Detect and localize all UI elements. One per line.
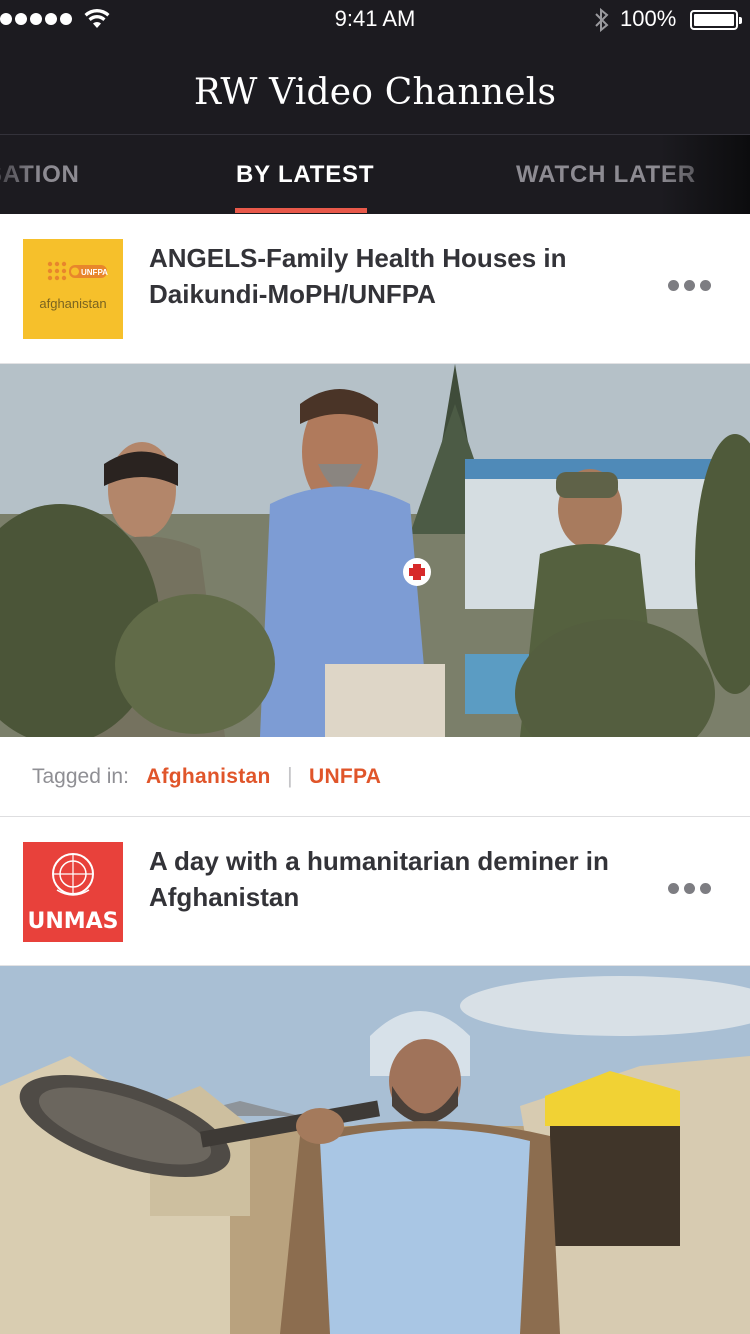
unfpa-logo-badge: UNFPA bbox=[81, 268, 108, 277]
tag-link-afghanistan[interactable]: Afghanistan bbox=[146, 765, 271, 789]
tag-link-unfpa[interactable]: UNFPA bbox=[309, 765, 381, 789]
tags-row: Tagged in: Afghanistan | UNFPA bbox=[0, 737, 750, 817]
unfpa-logo-caption: afghanistan bbox=[39, 296, 106, 311]
tabs-fade-right bbox=[660, 135, 750, 214]
page-title: RW Video Channels bbox=[193, 72, 557, 113]
video-card-header[interactable]: UNFPA afghanistan ANGELS-Family Health H… bbox=[0, 214, 750, 364]
video-title[interactable]: ANGELS-Family Health Houses in Daikundi-… bbox=[149, 240, 639, 312]
tagged-in-label: Tagged in: bbox=[32, 765, 129, 788]
bluetooth-icon bbox=[595, 7, 609, 33]
battery-icon bbox=[690, 10, 742, 30]
unfpa-logo-icon: UNFPA afghanistan bbox=[39, 261, 108, 311]
tab-by-latest[interactable]: BY LATEST bbox=[236, 161, 374, 189]
unmas-logo-badge: UNMAS bbox=[27, 909, 118, 934]
tabs-fade-left bbox=[0, 135, 40, 214]
video-card-header[interactable]: UNMAS A day with a humanitarian deminer … bbox=[0, 817, 750, 967]
tag-separator: | bbox=[287, 763, 293, 788]
video-thumbnail-image bbox=[0, 966, 750, 1334]
battery-percentage: 100% bbox=[620, 6, 677, 31]
app-header: 9:41 AM 100% RW Video Channels SATION BY… bbox=[0, 0, 750, 214]
unmas-channel-logo[interactable]: UNMAS bbox=[23, 842, 123, 942]
more-options-button[interactable] bbox=[668, 883, 711, 894]
video-thumbnail[interactable] bbox=[0, 966, 750, 1334]
video-thumbnail-image bbox=[0, 364, 750, 737]
more-options-button[interactable] bbox=[668, 280, 711, 291]
video-thumbnail[interactable] bbox=[0, 364, 750, 737]
channel-tabs: SATION BY LATEST WATCH LATER bbox=[0, 135, 750, 214]
video-title[interactable]: A day with a humanitarian deminer in Afg… bbox=[149, 843, 639, 915]
unmas-logo-icon: UNMAS bbox=[27, 853, 119, 934]
status-bar: 9:41 AM 100% bbox=[0, 0, 750, 40]
active-tab-indicator bbox=[235, 208, 367, 213]
unfpa-channel-logo[interactable]: UNFPA afghanistan bbox=[23, 239, 123, 339]
